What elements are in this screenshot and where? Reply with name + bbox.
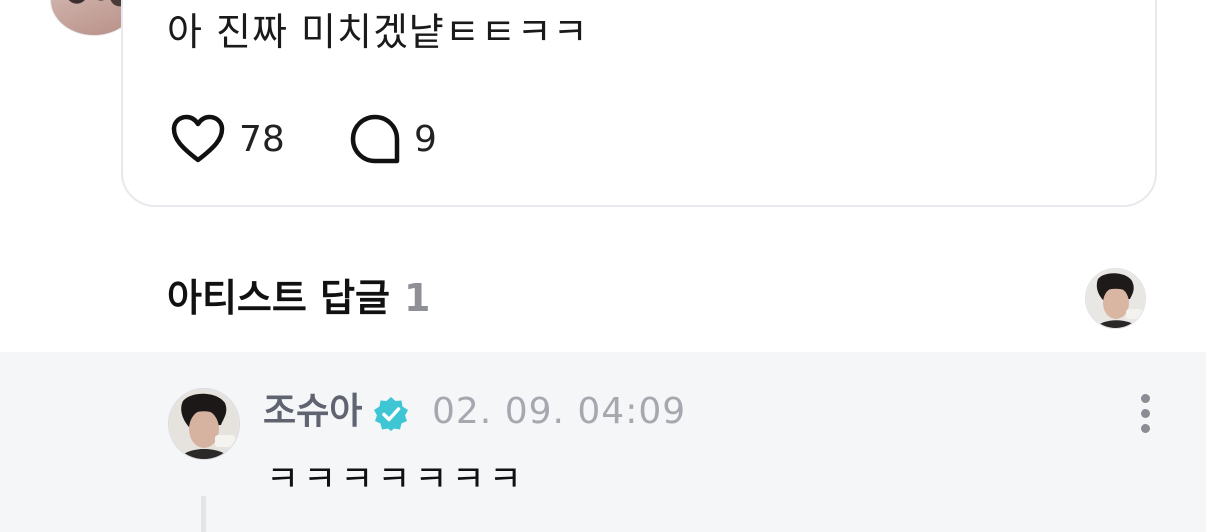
post-text: 아 진짜 미치겠냩ㅌㅌㅋㅋ	[167, 10, 589, 54]
artist-replies-header: 아티스트 답글 1	[167, 272, 430, 324]
verified-badge-icon	[374, 397, 408, 431]
reply-author-avatar[interactable]	[168, 388, 240, 460]
comment-count: 9	[414, 118, 437, 160]
comment-bubble-icon	[350, 114, 400, 164]
comment-thread-screen: 아 진짜 미치겠냩ㅌㅌㅋㅋ 78 9 아티스트 답글 1 조슈아 02. 09.…	[0, 0, 1206, 532]
reply-text: ㅋㅋㅋㅋㅋㅋㅋ	[266, 459, 526, 500]
artist-replies-count: 1	[404, 276, 431, 320]
reply-timestamp: 02. 09. 04:09	[432, 391, 687, 432]
like-count: 78	[239, 118, 285, 160]
comment-button[interactable]: 9	[350, 114, 437, 164]
artist-replies-title: 아티스트 답글	[167, 276, 390, 320]
artist-avatar-thumbnail[interactable]	[1085, 268, 1146, 329]
thread-line	[201, 496, 206, 532]
reply-author-name[interactable]: 조슈아	[263, 388, 362, 436]
more-options-button[interactable]	[1134, 392, 1158, 436]
like-button[interactable]: 78	[171, 114, 285, 164]
heart-icon	[171, 114, 225, 163]
